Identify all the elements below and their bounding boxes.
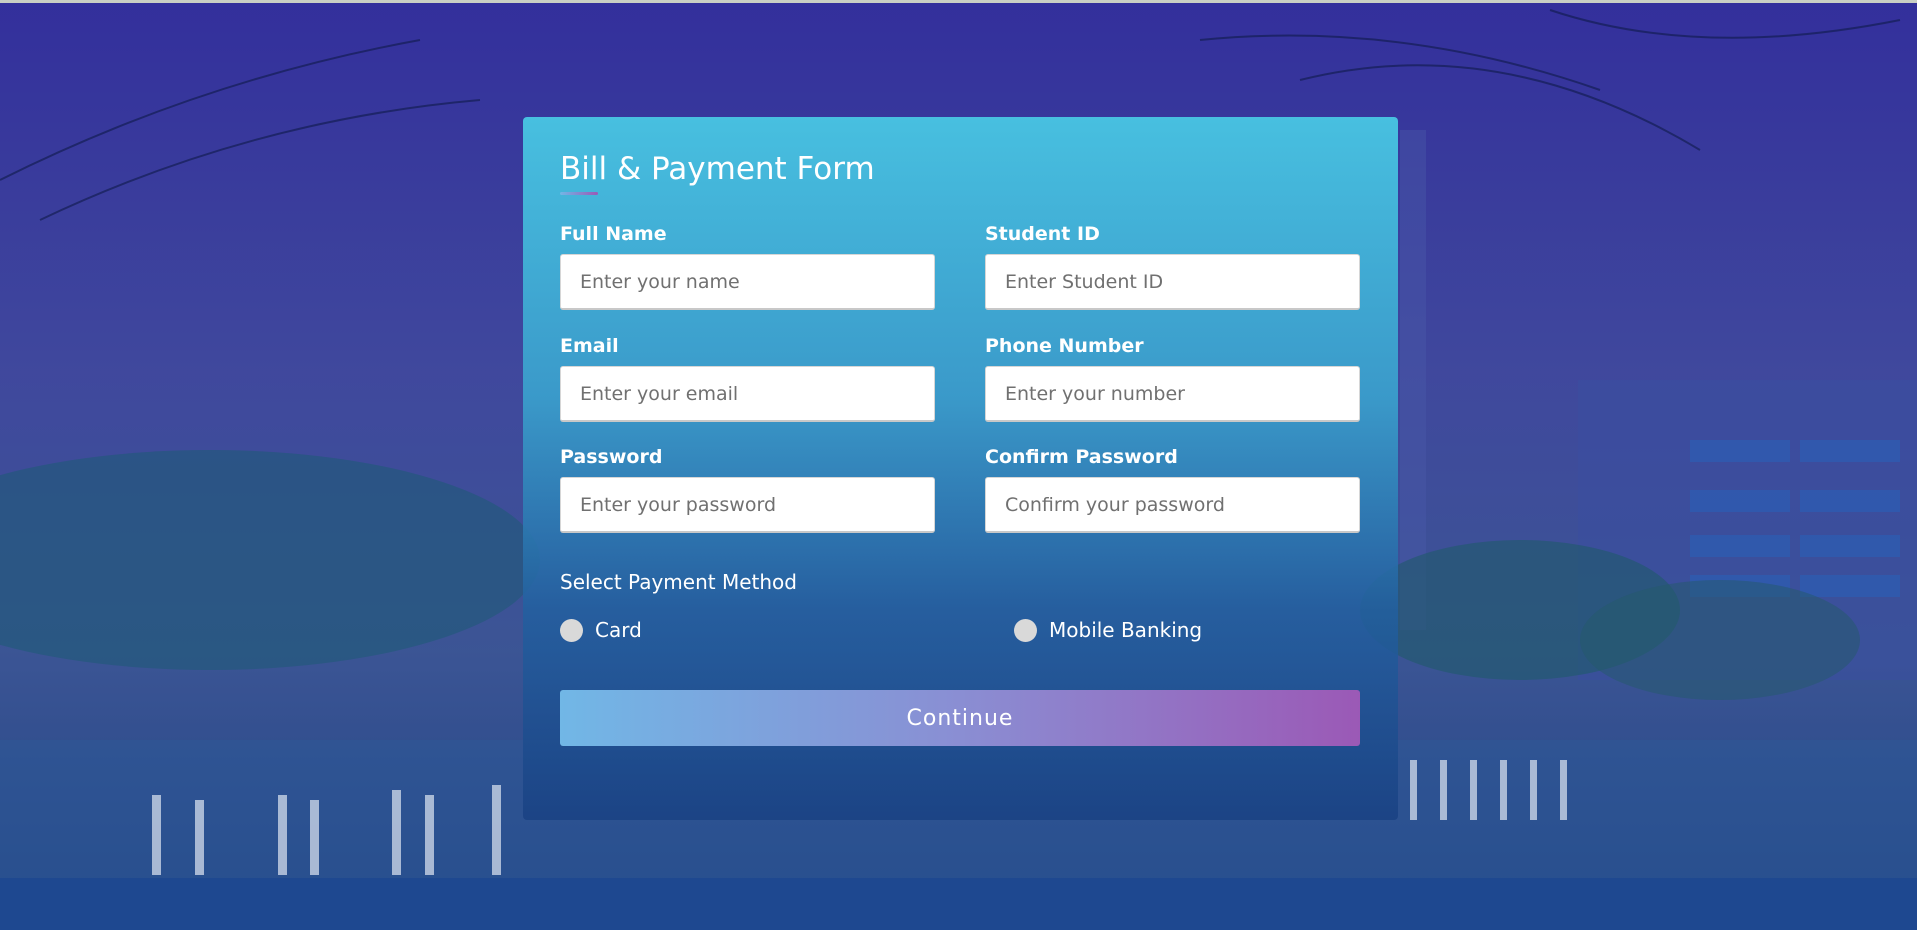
full-name-group: Full Name [560,223,935,310]
card-radio[interactable] [560,618,583,642]
card-radio-label: Card [595,618,642,642]
confirm-password-input[interactable] [985,477,1360,533]
full-name-input[interactable] [560,254,935,310]
payment-form-card: Bill & Payment Form Full Name Student ID… [523,117,1398,820]
phone-number-input[interactable] [985,366,1360,422]
payment-option-mobile-banking[interactable]: Mobile Banking [1014,618,1202,642]
top-border [0,0,1917,3]
phone-number-label: Phone Number [985,335,1144,357]
payment-option-card[interactable]: Card [560,618,642,642]
mobile-banking-radio[interactable] [1014,618,1037,642]
email-input[interactable] [560,366,935,422]
mobile-banking-radio-label: Mobile Banking [1049,618,1203,642]
title-underline [560,192,598,195]
password-group: Password [560,446,935,533]
student-id-group: Student ID [985,223,1360,310]
password-input[interactable] [560,477,935,533]
continue-button[interactable]: Continue [560,690,1360,746]
email-group: Email [560,335,935,422]
confirm-password-group: Confirm Password [985,446,1360,533]
email-label: Email [560,335,619,357]
confirm-password-label: Confirm Password [985,446,1178,468]
phone-number-group: Phone Number [985,335,1360,422]
full-name-label: Full Name [560,223,667,245]
bottom-band [0,878,1917,930]
student-id-label: Student ID [985,223,1100,245]
password-label: Password [560,446,663,468]
page-background: Bill & Payment Form Full Name Student ID… [0,0,1917,930]
form-title: Bill & Payment Form [560,151,875,187]
payment-method-title: Select Payment Method [560,570,797,594]
student-id-input[interactable] [985,254,1360,310]
